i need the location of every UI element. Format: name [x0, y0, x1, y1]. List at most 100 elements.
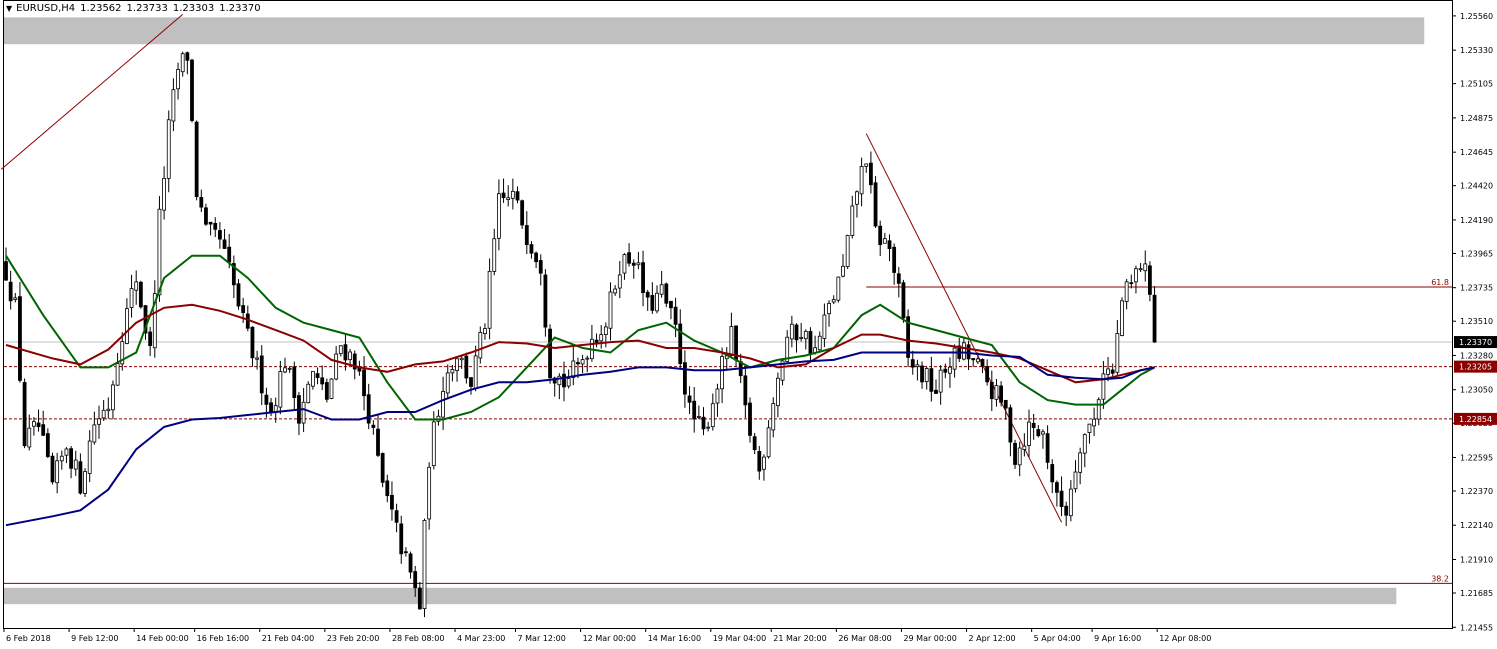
plot-frame [3, 0, 1453, 629]
candle-bull [306, 383, 311, 404]
candle-bull [129, 288, 134, 308]
candle-bear [673, 306, 678, 325]
candle-bull [1017, 447, 1022, 466]
x-tick-label: 5 Apr 04:00 [1034, 634, 1081, 643]
y-tick-label: 1.21455 [1460, 623, 1493, 632]
candle-bull [608, 291, 613, 329]
candle-bear [78, 461, 83, 494]
candle-bear [45, 433, 50, 457]
candle-bear [222, 239, 227, 249]
candle-bear [887, 240, 892, 250]
candle-bear [534, 252, 538, 263]
candle-bull [283, 367, 287, 373]
price-badge-label-0: 1.23370 [1459, 338, 1492, 347]
y-tick-label: 1.22140 [1460, 521, 1493, 530]
candle-bull [13, 297, 18, 300]
candle-bear [41, 424, 46, 436]
candle-bear [669, 300, 673, 309]
candle-bear [22, 382, 27, 447]
candle-bear [208, 221, 213, 225]
candle-bull [617, 274, 622, 289]
candle-bull [162, 178, 167, 211]
candle-bull [450, 369, 455, 374]
x-tick-label: 26 Mar 08:00 [838, 634, 891, 643]
candle-bull [1082, 434, 1087, 454]
candle-bear [873, 182, 878, 227]
candle-bull [310, 371, 315, 387]
candle-bear [250, 326, 255, 359]
candle-bull [55, 460, 60, 484]
candle-bull [506, 197, 511, 200]
candle-bull [97, 418, 101, 425]
candle-bull [603, 326, 608, 335]
candle-bear [543, 274, 548, 328]
candle-bear [515, 191, 520, 201]
candle-bear [185, 52, 190, 61]
candle-bear [627, 252, 631, 264]
candle-bull [655, 292, 659, 312]
candle-bear [8, 281, 13, 302]
candle-bear [403, 551, 408, 554]
candle-bear [204, 207, 208, 225]
candle-bull [157, 208, 162, 296]
candle-bull [1101, 373, 1106, 400]
candle-bull [776, 377, 780, 407]
candle-bear [524, 225, 529, 245]
price-chart[interactable]: 61.838.2 1.255601.253301.251051.248751.2… [0, 0, 1497, 649]
candle-bear [794, 324, 799, 341]
candle-bear [869, 162, 873, 186]
candle-bull [1134, 268, 1138, 283]
candle-bull [301, 401, 306, 424]
candle-bull [171, 89, 176, 122]
candle-bear [1110, 369, 1115, 374]
candle-bear [241, 305, 246, 313]
candle-bull [924, 368, 929, 383]
candle-bull [817, 335, 822, 351]
candle-bear [4, 261, 8, 281]
fib-level-label-1: 38.2 [1431, 574, 1449, 583]
candle-bull [636, 262, 641, 266]
candle-bear [343, 344, 348, 361]
candle-bear [929, 368, 934, 392]
y-tick-label: 1.25330 [1460, 46, 1493, 55]
candle-bull [431, 421, 436, 467]
candle-bull [348, 351, 353, 360]
x-tick-label: 2 Apr 12:00 [969, 634, 1016, 643]
y-tick-label: 1.24420 [1460, 182, 1493, 191]
price-axis: 1.25560 1.25330 1.25105 1.24875 1.24645 1.244… [1452, 12, 1497, 632]
candle-bull [176, 69, 180, 90]
y-tick-label: 1.24645 [1460, 148, 1493, 157]
candle-bear [380, 453, 385, 483]
candle-bull [994, 385, 999, 400]
candle-bear [896, 273, 901, 284]
candle-bear [548, 328, 552, 379]
candle-bear [631, 262, 636, 266]
candle-bull [1087, 423, 1092, 433]
candle-bear [664, 283, 669, 304]
candle-bull [287, 367, 292, 370]
x-tick-label: 12 Apr 08:00 [1159, 634, 1211, 643]
candle-bear [269, 402, 273, 413]
candle-bear [464, 355, 469, 379]
candle-bull [948, 366, 952, 374]
x-tick-label: 21 Feb 04:00 [262, 634, 314, 643]
price-badge-label-1: 1.23205 [1459, 363, 1492, 372]
candle-bear [757, 450, 762, 472]
candle-bull [1068, 488, 1073, 517]
candle-bull [1124, 281, 1129, 302]
candle-bear [69, 448, 73, 469]
y-tick-label: 1.24875 [1460, 114, 1493, 123]
candle-bear [576, 362, 580, 365]
candle-bull [771, 403, 776, 431]
x-tick-label: 28 Feb 08:00 [392, 634, 444, 643]
candle-bear [594, 339, 599, 343]
fib-level-label-0: 61.8 [1431, 278, 1449, 287]
candle-bear [701, 416, 706, 430]
candle-bear [878, 225, 883, 246]
candle-bull [1138, 268, 1143, 271]
horizontal-levels: 61.8 38.2 [4, 278, 1452, 584]
candle-bear [366, 394, 371, 424]
y-tick-label: 1.23735 [1460, 284, 1493, 293]
candle-bull [1115, 333, 1120, 373]
candle-bull [1106, 368, 1110, 375]
